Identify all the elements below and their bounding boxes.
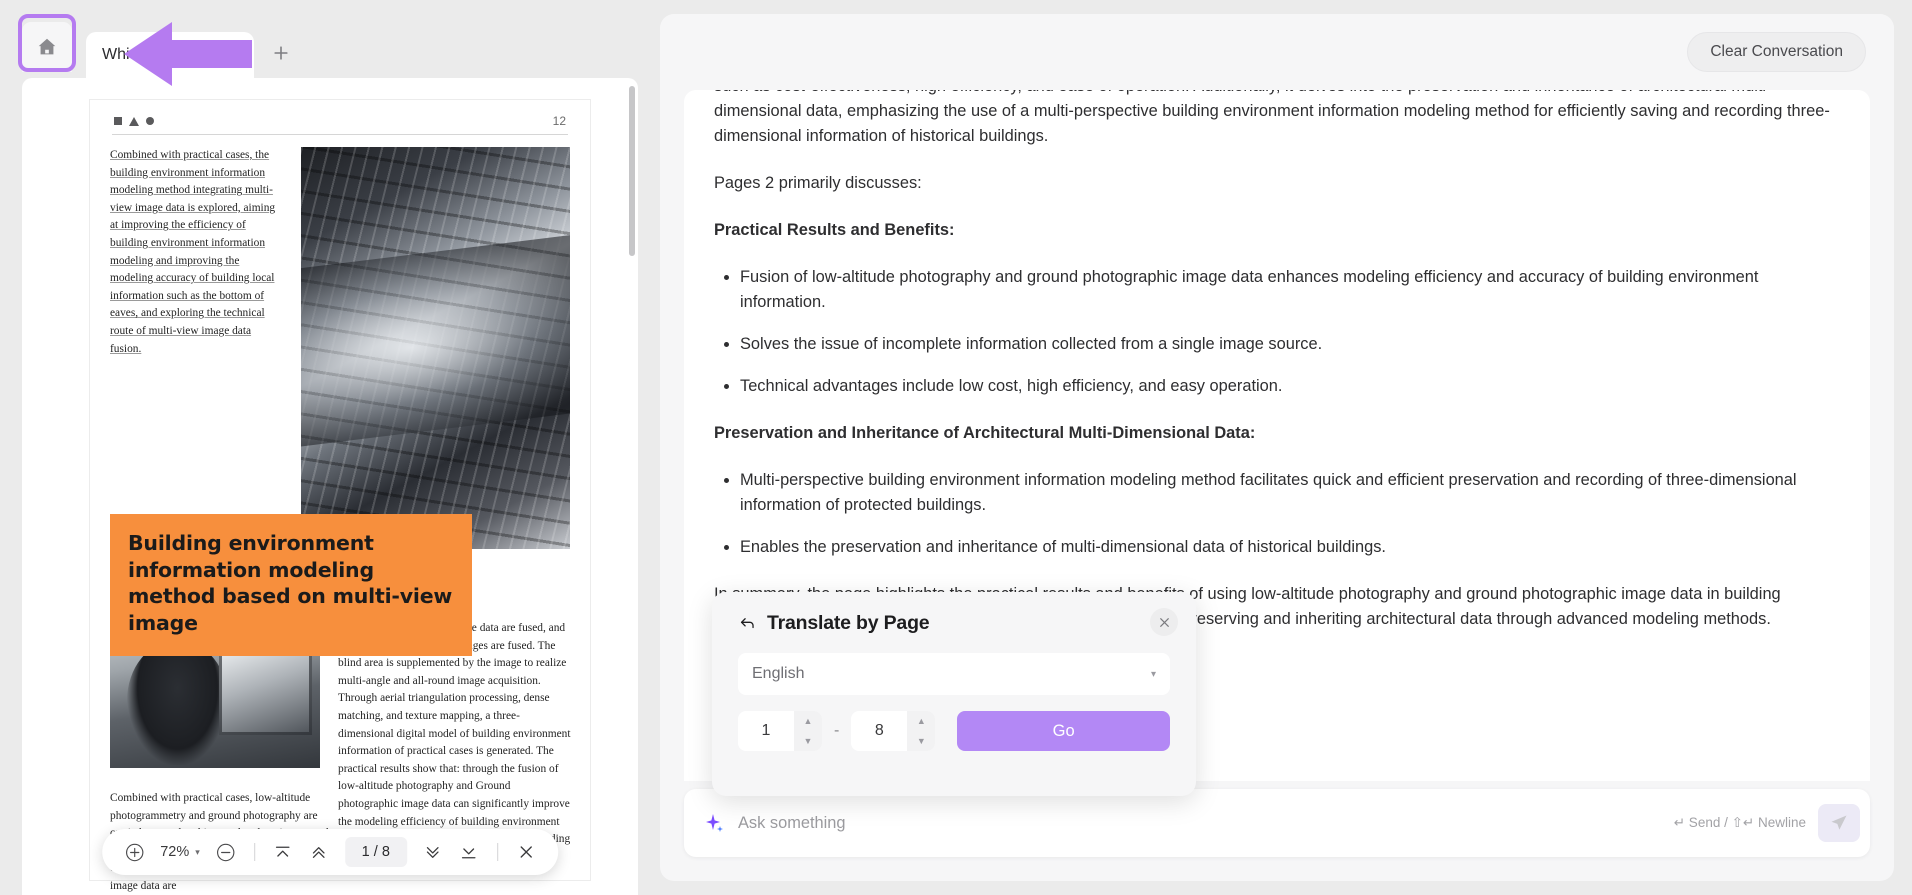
assistant-message: such as cost-effectiveness, high efficie… xyxy=(684,90,1870,654)
pdf-page-marks xyxy=(114,117,154,126)
page-to-decrement-button[interactable]: ▼ xyxy=(907,731,935,751)
page-from-decrement-button[interactable]: ▼ xyxy=(794,731,822,751)
page-range-row: ▲ ▼ - ▲ ▼ Go xyxy=(738,711,1170,751)
page-from-input[interactable] xyxy=(738,711,794,751)
plus-circle-icon xyxy=(124,842,145,863)
last-page-button[interactable] xyxy=(453,836,485,868)
page-from-increment-button[interactable]: ▲ xyxy=(794,711,822,731)
go-button-label: Go xyxy=(1053,722,1075,741)
page-from-stepper: ▲ ▼ xyxy=(738,711,822,751)
dialog-header: Translate by Page xyxy=(738,612,1170,635)
new-tab-button[interactable] xyxy=(260,32,302,74)
message-section2-list: Multi-perspective building environment i… xyxy=(714,468,1840,560)
list-item: Solves the issue of incomplete informati… xyxy=(740,332,1840,357)
pdf-title-block: Building environment information modelin… xyxy=(110,514,472,656)
pdf-toolbar: 72% ▾ xyxy=(102,829,558,875)
list-item: Technical advantages include low cost, h… xyxy=(740,374,1840,399)
chevron-double-up-icon xyxy=(308,842,329,863)
page-to-spinners: ▲ ▼ xyxy=(907,711,935,751)
list-item: Multi-perspective building environment i… xyxy=(740,468,1840,518)
message-section2-heading: Preservation and Inheritance of Architec… xyxy=(714,421,1840,446)
chevron-down-icon: ▾ xyxy=(1151,669,1156,680)
page-from-spinners: ▲ ▼ xyxy=(794,711,822,751)
page-indicator[interactable]: 1 / 8 xyxy=(345,837,407,867)
pdf-page-number: 12 xyxy=(553,114,566,128)
language-select[interactable]: English ▾ xyxy=(738,653,1170,695)
previous-page-button[interactable] xyxy=(303,836,335,868)
send-icon xyxy=(1829,813,1849,833)
tab-bar: Whi xyxy=(0,0,660,78)
page-to-stepper: ▲ ▼ xyxy=(851,711,935,751)
close-icon xyxy=(516,842,536,862)
go-button[interactable]: Go xyxy=(957,711,1170,751)
list-item: Enables the preservation and inheritance… xyxy=(740,535,1840,560)
app-window: Whi xyxy=(0,0,1912,895)
home-icon xyxy=(36,36,58,58)
zoom-out-button[interactable] xyxy=(210,836,242,868)
send-button[interactable] xyxy=(1818,804,1860,842)
clear-conversation-button[interactable]: Clear Conversation xyxy=(1687,32,1866,72)
viewer-scrollbar[interactable] xyxy=(629,86,635,256)
pdf-top-row: Combined with practical cases, the build… xyxy=(110,147,570,549)
pdf-scroll-area[interactable]: 12 Combined with practical cases, the bu… xyxy=(22,78,638,895)
language-select-value: English xyxy=(752,665,804,683)
zoom-dropdown-caret-icon[interactable]: ▾ xyxy=(195,847,206,858)
pdf-viewer: 12 Combined with practical cases, the bu… xyxy=(22,78,638,895)
zoom-level-label[interactable]: 72% xyxy=(154,844,191,860)
pdf-left-paragraph: Combined with practical cases, the build… xyxy=(110,147,283,358)
message-pages-line: Pages 2 primarily discusses: xyxy=(714,171,1840,196)
document-viewer-pane: Whi xyxy=(0,0,660,895)
pdf-page: 12 Combined with practical cases, the bu… xyxy=(90,100,590,880)
message-section1-list: Fusion of low-altitude photography and g… xyxy=(714,265,1840,399)
close-viewer-button[interactable] xyxy=(510,836,542,868)
chat-input[interactable] xyxy=(726,814,1674,833)
message-section1-heading: Practical Results and Benefits: xyxy=(714,218,1840,243)
next-page-button[interactable] xyxy=(417,836,449,868)
pdf-left-column: Combined with practical cases, the build… xyxy=(110,147,283,549)
chevron-double-down-icon xyxy=(422,842,443,863)
pdf-header-rule xyxy=(112,134,568,135)
home-button[interactable] xyxy=(22,22,72,72)
tab-item[interactable]: Whi xyxy=(86,32,254,78)
zoom-in-button[interactable] xyxy=(118,836,150,868)
page-to-input[interactable] xyxy=(851,711,907,751)
composer: ↵ Send / ⇧↵ Newline xyxy=(684,789,1870,857)
close-icon xyxy=(1158,616,1171,629)
pdf-photo-architecture xyxy=(301,147,570,549)
page-to-increment-button[interactable]: ▲ xyxy=(907,711,935,731)
minus-circle-icon xyxy=(215,842,236,863)
toolbar-divider-2 xyxy=(497,843,498,861)
toolbar-divider xyxy=(254,843,255,861)
pdf-page-header: 12 xyxy=(110,114,570,134)
jump-to-first-icon xyxy=(272,842,293,863)
translate-by-page-dialog: Translate by Page English ▾ ▲ ▼ - xyxy=(712,592,1196,796)
composer-hint: ↵ Send / ⇧↵ Newline xyxy=(1674,815,1818,831)
list-item: Fusion of low-altitude photography and g… xyxy=(740,265,1840,315)
tab-label: Whi xyxy=(102,46,130,64)
square-mark-icon xyxy=(114,117,122,125)
sparkle-icon xyxy=(702,811,726,835)
back-arrow-icon[interactable] xyxy=(738,614,757,633)
clear-conversation-label: Clear Conversation xyxy=(1710,43,1843,61)
jump-to-last-icon xyxy=(458,842,479,863)
dialog-close-button[interactable] xyxy=(1150,608,1178,636)
triangle-mark-icon xyxy=(129,117,139,126)
chat-header: Clear Conversation xyxy=(660,14,1894,90)
range-separator: - xyxy=(832,722,841,740)
chat-footer: ↵ Send / ⇧↵ Newline xyxy=(660,781,1894,881)
circle-mark-icon xyxy=(146,117,154,125)
first-page-button[interactable] xyxy=(267,836,299,868)
plus-icon xyxy=(271,43,291,63)
message-intro: such as cost-effectiveness, high efficie… xyxy=(714,90,1840,149)
dialog-title: Translate by Page xyxy=(767,612,929,635)
